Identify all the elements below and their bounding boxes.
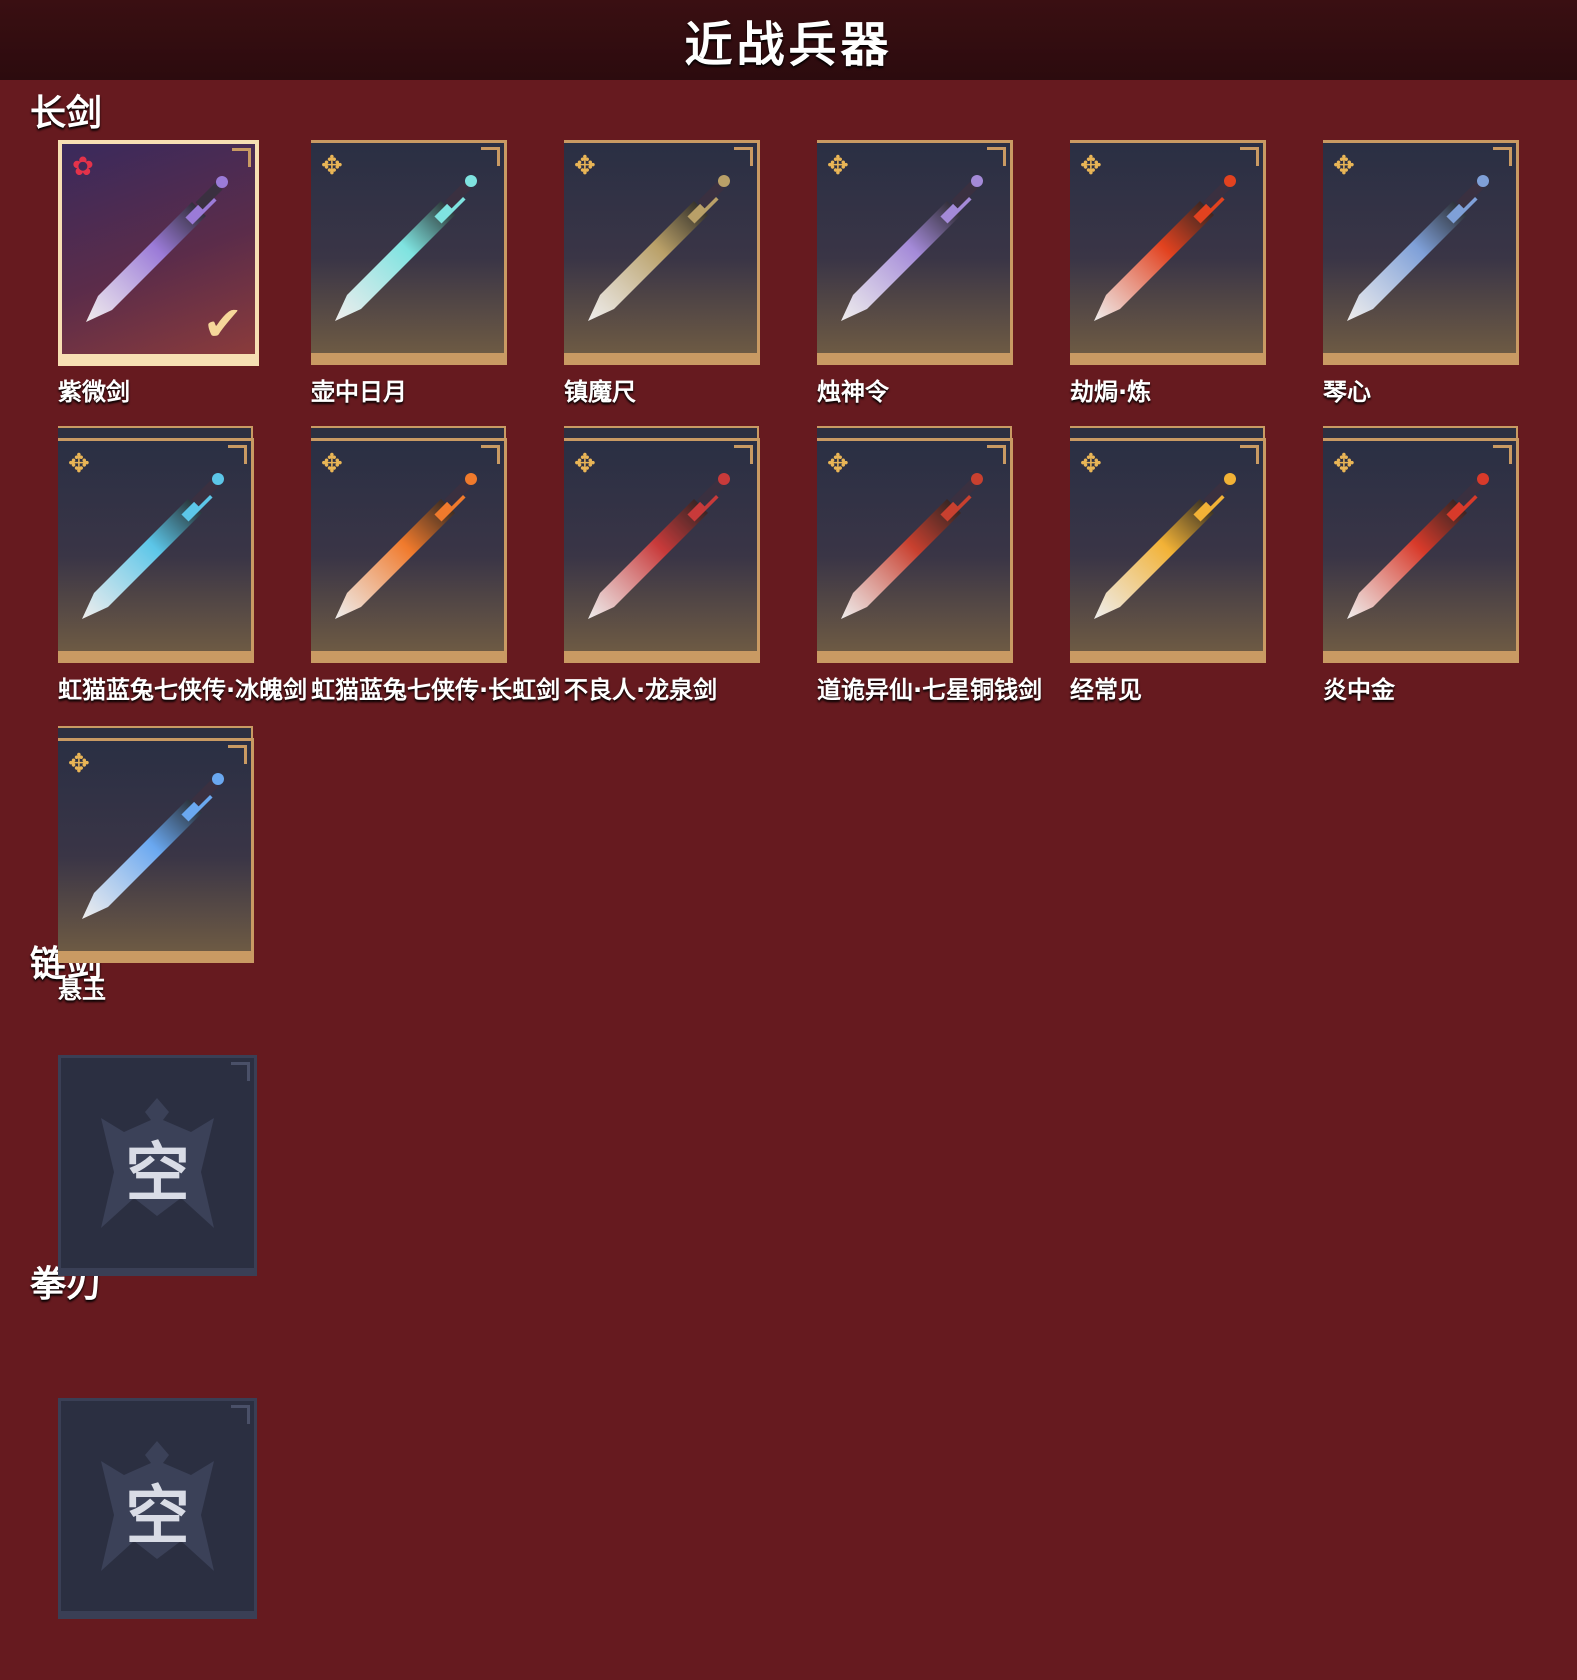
sword-icon xyxy=(335,473,477,619)
weapon-card[interactable]: ✥ 不良人·龙泉剑 xyxy=(564,426,760,704)
corner-ornament-icon xyxy=(1493,147,1512,166)
weapon-name: 烛神令 xyxy=(817,378,889,406)
weapon-name: 道诡异仙·七星铜钱剑 xyxy=(817,676,1043,704)
corner-ornament-icon xyxy=(481,147,500,166)
corner-ornament-icon xyxy=(228,445,247,464)
weapon-thumbnail: ✥ xyxy=(1070,140,1266,365)
sword-icon xyxy=(588,473,730,619)
weapon-name: 壶中日月 xyxy=(311,378,407,406)
empty-slot-thumbnail: 空 xyxy=(58,1055,257,1276)
weapon-card[interactable]: ✥ 烛神令 xyxy=(817,140,1013,406)
weapon-card[interactable]: ✥ 虹猫蓝兔七侠传·冰魄剑 xyxy=(58,426,307,704)
weapon-card[interactable]: ✥ 劫焗·炼 xyxy=(1070,140,1266,406)
weapon-card[interactable]: ✥ 琴心 xyxy=(1323,140,1519,406)
section-title-longsword: 长剑 xyxy=(30,93,103,134)
empty-slot-thumbnail: 空 xyxy=(58,1398,257,1619)
weapon-thumbnail: ✥ xyxy=(58,738,254,963)
weapon-thumbnail: ✥ xyxy=(817,140,1013,365)
corner-ornament-icon xyxy=(734,445,753,464)
weapon-name: 经常见 xyxy=(1070,676,1142,704)
corner-ornament-icon xyxy=(228,745,247,764)
title-bar: 近战兵器 xyxy=(0,0,1577,80)
weapon-name: 劫焗·炼 xyxy=(1070,378,1152,406)
corner-ornament-icon xyxy=(734,147,753,166)
weapon-name: 镇魔尺 xyxy=(564,378,636,406)
sword-icon xyxy=(588,175,730,321)
weapon-name: 不良人·龙泉剑 xyxy=(564,676,718,704)
checkmark-icon: ✔ xyxy=(202,296,243,352)
weapon-card[interactable]: ✥ 虹猫蓝兔七侠传·长虹剑 xyxy=(311,426,560,704)
corner-ornament-icon xyxy=(1240,147,1259,166)
weapon-thumbnail: ✥ xyxy=(1070,438,1266,663)
weapon-name: 琴心 xyxy=(1323,378,1371,406)
weapon-thumbnail: ✿ ✔ xyxy=(58,140,259,366)
weapon-name: 炎中金 xyxy=(1323,676,1395,704)
corner-ornament-icon xyxy=(987,147,1006,166)
weapon-card[interactable]: ✥ 壶中日月 xyxy=(311,140,507,406)
weapon-card[interactable]: ✥ 悬玉 xyxy=(58,726,254,1004)
weapon-name: 紫微剑 xyxy=(58,378,130,406)
weapon-card[interactable]: ✥ 炎中金 xyxy=(1323,426,1519,704)
weapon-thumbnail: ✥ xyxy=(1323,438,1519,663)
weapon-thumbnail: ✥ xyxy=(1323,140,1519,365)
sword-icon xyxy=(82,473,224,619)
sword-icon xyxy=(841,473,983,619)
corner-ornament-icon xyxy=(232,148,251,167)
weapon-name: 悬玉 xyxy=(58,976,106,1004)
sword-icon xyxy=(841,175,983,321)
weapon-card[interactable]: ✥ 经常见 xyxy=(1070,426,1266,704)
empty-weapon-slot[interactable]: 空 xyxy=(58,1398,257,1619)
weapon-card[interactable]: ✥ 道诡异仙·七星铜钱剑 xyxy=(817,426,1042,704)
weapon-name: 虹猫蓝兔七侠传·冰魄剑 xyxy=(58,676,308,704)
weapon-thumbnail: ✥ xyxy=(58,438,254,663)
weapon-thumbnail: ✥ xyxy=(564,438,760,663)
empty-slot-label: 空 xyxy=(125,1480,190,1554)
empty-slot-label: 空 xyxy=(125,1137,190,1211)
sword-icon xyxy=(1094,473,1236,619)
weapon-thumbnail: ✥ xyxy=(564,140,760,365)
weapon-card[interactable]: ✥ 镇魔尺 xyxy=(564,140,760,406)
weapon-name: 虹猫蓝兔七侠传·长虹剑 xyxy=(311,676,561,704)
sword-icon xyxy=(1094,175,1236,321)
weapon-card[interactable]: ✿ ✔ 紫微剑 xyxy=(58,140,259,406)
corner-ornament-icon xyxy=(1240,445,1259,464)
sword-icon xyxy=(1347,473,1489,619)
weapon-thumbnail: ✥ xyxy=(311,438,507,663)
corner-ornament-icon xyxy=(481,445,500,464)
page-title: 近战兵器 xyxy=(684,17,893,73)
sword-icon xyxy=(1347,175,1489,321)
empty-weapon-slot[interactable]: 空 xyxy=(58,1055,257,1276)
sword-icon xyxy=(335,175,477,321)
weapon-thumbnail: ✥ xyxy=(311,140,507,365)
weapon-thumbnail: ✥ xyxy=(817,438,1013,663)
corner-ornament-icon xyxy=(1493,445,1512,464)
corner-ornament-icon xyxy=(987,445,1006,464)
sword-icon xyxy=(82,773,224,919)
